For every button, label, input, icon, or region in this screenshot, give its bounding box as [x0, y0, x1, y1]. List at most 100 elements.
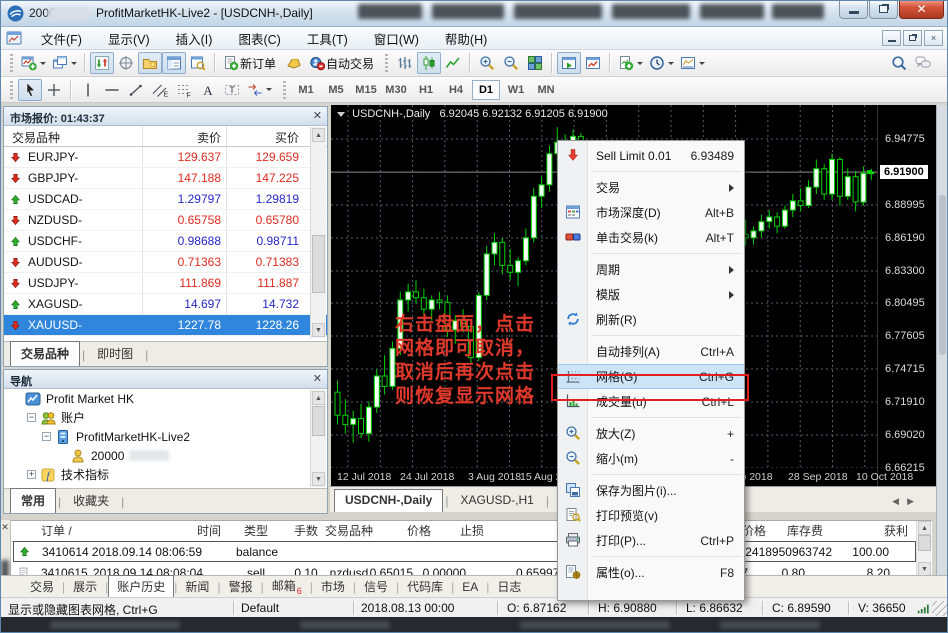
market-watch-row[interactable]: USDJPY-111.869111.887 — [4, 273, 327, 294]
hline-tool-button[interactable] — [100, 79, 124, 101]
market-watch-row[interactable]: USDCHF-0.986880.98711 — [4, 231, 327, 252]
market-watch-tab[interactable]: 交易品种 — [10, 341, 80, 366]
context-menu-item[interactable]: Sell Limit 0.016.93489 — [558, 143, 744, 168]
context-menu-item[interactable]: 属性(o)...F8 — [558, 560, 744, 585]
column-ask[interactable]: 买价 — [275, 129, 299, 146]
terminal-column-header[interactable]: 获利 — [884, 521, 908, 541]
context-menu-item[interactable]: 周期 — [558, 257, 744, 282]
chart-tab[interactable]: USDCNH-,Daily — [334, 489, 443, 512]
menu-item[interactable]: 文件(F) — [28, 26, 95, 51]
ea-button[interactable] — [282, 52, 306, 74]
market-watch-row[interactable]: USDCAD-1.297971.29819 — [4, 189, 327, 210]
text-tool-button[interactable]: A — [196, 79, 220, 101]
template-button[interactable] — [677, 52, 708, 74]
context-menu-item[interactable]: 放大(Z)+ — [558, 421, 744, 446]
timeframe-m5[interactable]: M5 — [322, 80, 350, 100]
profiles-button[interactable] — [49, 52, 80, 74]
indicators-add-button[interactable] — [615, 52, 646, 74]
terminal-column-header[interactable]: 时间 — [197, 521, 221, 541]
collapse-icon[interactable]: − — [27, 413, 36, 422]
mdi-restore-button[interactable] — [903, 30, 922, 46]
terminal-column-header[interactable]: 库存费 — [787, 521, 823, 541]
context-menu-item[interactable]: 保存为图片(i)... — [558, 478, 744, 503]
tile-windows-button[interactable] — [523, 52, 547, 74]
chart-shift-button[interactable] — [90, 52, 114, 74]
restore-button[interactable] — [869, 0, 898, 19]
terminal-column-header[interactable]: 价格 — [407, 521, 431, 541]
minimize-button[interactable] — [839, 0, 868, 19]
context-menu-item[interactable]: 缩小(m)- — [558, 446, 744, 471]
timeframe-mn[interactable]: MN — [532, 80, 560, 100]
close-icon[interactable]: ✕ — [0, 522, 10, 533]
terminal-tab-信号[interactable]: 信号 — [356, 576, 396, 597]
menu-item[interactable]: 帮助(H) — [432, 26, 500, 51]
chat-button[interactable] — [911, 52, 935, 74]
terminal-column-header[interactable]: 止损 — [460, 521, 484, 541]
market-watch-row[interactable]: EURJPY-129.637129.659 — [4, 147, 327, 168]
periods-button[interactable] — [646, 52, 677, 74]
column-bid[interactable]: 卖价 — [197, 129, 221, 146]
arrange-button[interactable] — [557, 52, 581, 74]
candle-chart-button[interactable] — [417, 52, 441, 74]
terminal-tab-账户历史[interactable]: 账户历史 — [108, 575, 174, 598]
context-menu-item[interactable]: 模版 — [558, 282, 744, 307]
menu-item[interactable]: 窗口(W) — [361, 26, 432, 51]
menu-item[interactable]: 插入(I) — [163, 26, 226, 51]
mdi-close-button[interactable]: × — [924, 30, 943, 46]
terminal-tab-交易[interactable]: 交易 — [22, 576, 62, 597]
terminal-column-header[interactable]: 手数 — [294, 521, 318, 541]
bar-chart-button[interactable] — [393, 52, 417, 74]
fibo-tool-button[interactable]: F — [172, 79, 196, 101]
terminal-column-header[interactable]: 交易品种 — [325, 521, 373, 541]
data-window-button[interactable] — [186, 52, 210, 74]
close-icon[interactable]: ✕ — [313, 109, 322, 122]
terminal-tab-邮箱[interactable]: 邮箱6 — [264, 575, 310, 597]
terminal-tab-展示[interactable]: 展示 — [65, 576, 105, 597]
terminal-tab-新闻[interactable]: 新闻 — [177, 576, 217, 597]
mdi-minimize-button[interactable] — [882, 30, 901, 46]
context-menu-item[interactable]: 交易 — [558, 175, 744, 200]
close-button[interactable]: ✕ — [899, 0, 944, 19]
timeframe-h4[interactable]: H4 — [442, 80, 470, 100]
terminal-tab-警报[interactable]: 警报 — [221, 576, 261, 597]
context-menu-item[interactable]: 打印预览(v) — [558, 503, 744, 528]
navigator-tab[interactable]: 收藏夹 — [63, 489, 119, 513]
close-icon[interactable]: ✕ — [313, 372, 322, 385]
terminal-column-header[interactable]: 订单 / — [41, 521, 72, 541]
navigator-tree-item[interactable]: +f技术指标 — [4, 465, 327, 484]
market-watch-row[interactable]: GBPJPY-147.188147.225 — [4, 168, 327, 189]
timeframe-m30[interactable]: M30 — [382, 80, 410, 100]
menu-item[interactable]: 显示(V) — [95, 26, 163, 51]
new-order-button[interactable]: 新订单 — [220, 52, 282, 74]
terminal-tab-EA[interactable]: EA — [454, 578, 486, 596]
resize-grip[interactable] — [932, 601, 947, 616]
timeframe-m15[interactable]: M15 — [352, 80, 380, 100]
trendline-tool-button[interactable] — [124, 79, 148, 101]
label-tool-button[interactable]: T — [220, 79, 244, 101]
market-watch-row[interactable]: NZDUSD-0.657580.65780 — [4, 210, 327, 231]
zoom-in-button[interactable] — [475, 52, 499, 74]
market-watch-row[interactable]: XAGUSD-14.69714.732 — [4, 294, 327, 315]
timeframe-w1[interactable]: W1 — [502, 80, 530, 100]
tab-scroll-arrows[interactable]: ◀▶ — [892, 496, 922, 507]
navigator-scrollbar[interactable]: ▲ ▼ — [310, 390, 326, 487]
terminal-tab-代码库[interactable]: 代码库 — [399, 576, 451, 597]
chart-window-icon[interactable] — [6, 30, 22, 46]
search-button[interactable] — [887, 52, 911, 74]
chevron-down-icon[interactable] — [337, 112, 345, 117]
market-watch-row[interactable]: XAUUSD-1227.781228.26 — [4, 315, 327, 336]
new-chart-button[interactable] — [18, 52, 49, 74]
collapse-icon[interactable]: − — [42, 432, 51, 441]
channel-tool-button[interactable]: E — [148, 79, 172, 101]
auto-trading-button[interactable]: 自动交易 — [306, 52, 380, 74]
terminal-scrollbar[interactable]: ▲▼ — [916, 521, 931, 575]
terminal-tab-市场[interactable]: 市场 — [313, 576, 353, 597]
timeframe-m1[interactable]: M1 — [292, 80, 320, 100]
track-button[interactable] — [581, 52, 605, 74]
column-symbol[interactable]: 交易品种 — [12, 129, 60, 146]
context-menu-item[interactable]: 市场深度(D)Alt+B — [558, 200, 744, 225]
context-menu-item[interactable]: 刷新(R) — [558, 307, 744, 332]
terminal-tab-日志[interactable]: 日志 — [489, 576, 529, 597]
favorites-button[interactable] — [138, 52, 162, 74]
vline-tool-button[interactable] — [76, 79, 100, 101]
